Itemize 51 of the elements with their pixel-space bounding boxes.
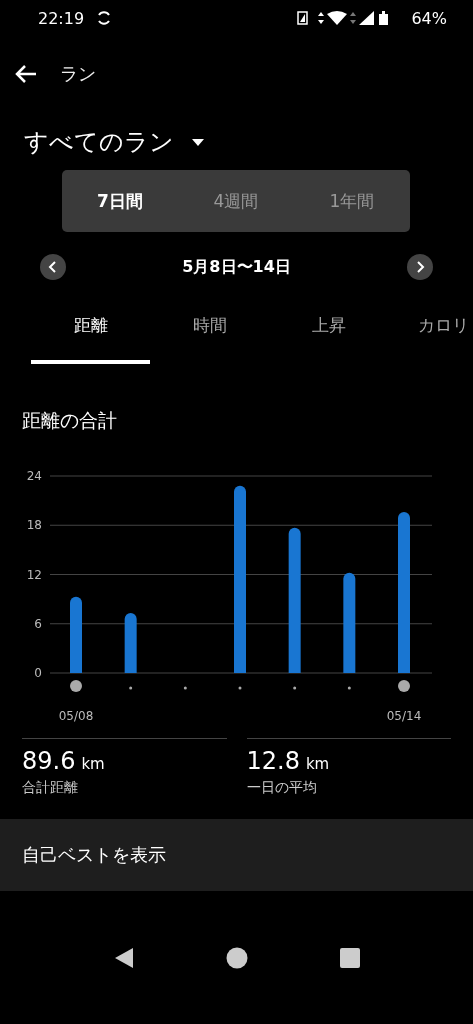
previous-button[interactable] — [40, 254, 66, 280]
axis-label: 6 — [34, 616, 42, 631]
metric-tab[interactable]: 時間 — [150, 302, 269, 364]
period-option[interactable]: 1年間 — [294, 181, 410, 221]
stat-value: 89.6 — [22, 747, 76, 775]
stat-unit: km — [81, 755, 105, 773]
metric-tab[interactable]: カロリ — [388, 302, 473, 364]
date-range: 5月8日〜14日 — [181, 256, 292, 278]
personal-records-link[interactable]: 自己ベストを表示 — [0, 819, 473, 891]
dropdown-icon — [192, 138, 204, 146]
stat-value: 12.8 — [246, 747, 300, 775]
axis-label: 24 — [26, 469, 42, 483]
back-nav-icon[interactable] — [113, 946, 134, 969]
filter-dropdown[interactable]: すべてのラン — [24, 126, 204, 158]
home-icon[interactable] — [225, 946, 248, 969]
next-button[interactable] — [407, 254, 433, 280]
chevron-left-icon — [48, 261, 58, 273]
chevron-right-icon — [415, 261, 425, 273]
axis-label: 05/08 — [58, 709, 94, 723]
stat-label: 一日の平均 — [246, 779, 318, 797]
axis-label: 0 — [34, 666, 42, 680]
battery-icon — [379, 11, 389, 25]
sync-icon — [96, 10, 113, 26]
wifi-icon — [327, 11, 348, 25]
period-option[interactable]: 4週間 — [178, 181, 294, 221]
stat-label: 合計距離 — [22, 779, 79, 797]
day-dot — [129, 686, 133, 690]
axis-label: 18 — [26, 518, 42, 533]
status-time: 22:19 — [38, 8, 85, 28]
data-arrows-icon — [318, 12, 325, 24]
battery-level: 64% — [411, 8, 447, 28]
stat-unit: km — [305, 755, 330, 773]
day-dot — [347, 686, 351, 690]
back-icon[interactable] — [14, 64, 38, 84]
axis-label: 05/14 — [386, 709, 422, 723]
page-title: ラン — [60, 62, 96, 86]
metric-tab[interactable]: 上昇 — [269, 302, 388, 364]
day-dot — [238, 686, 242, 690]
axis-label: 12 — [26, 567, 42, 582]
day-dot — [293, 686, 297, 690]
bar — [124, 613, 137, 673]
day-marker — [398, 680, 410, 692]
section-title: 距離の合計 — [22, 408, 118, 433]
period-option[interactable]: 7日間 — [62, 181, 178, 221]
day-marker — [70, 680, 82, 692]
data-arrows-icon — [350, 12, 357, 24]
day-dot — [183, 686, 187, 690]
nfc-icon — [297, 11, 309, 25]
recents-icon[interactable] — [339, 947, 360, 968]
signal-icon — [359, 11, 375, 25]
metric-tab[interactable]: 距離 — [31, 302, 150, 364]
